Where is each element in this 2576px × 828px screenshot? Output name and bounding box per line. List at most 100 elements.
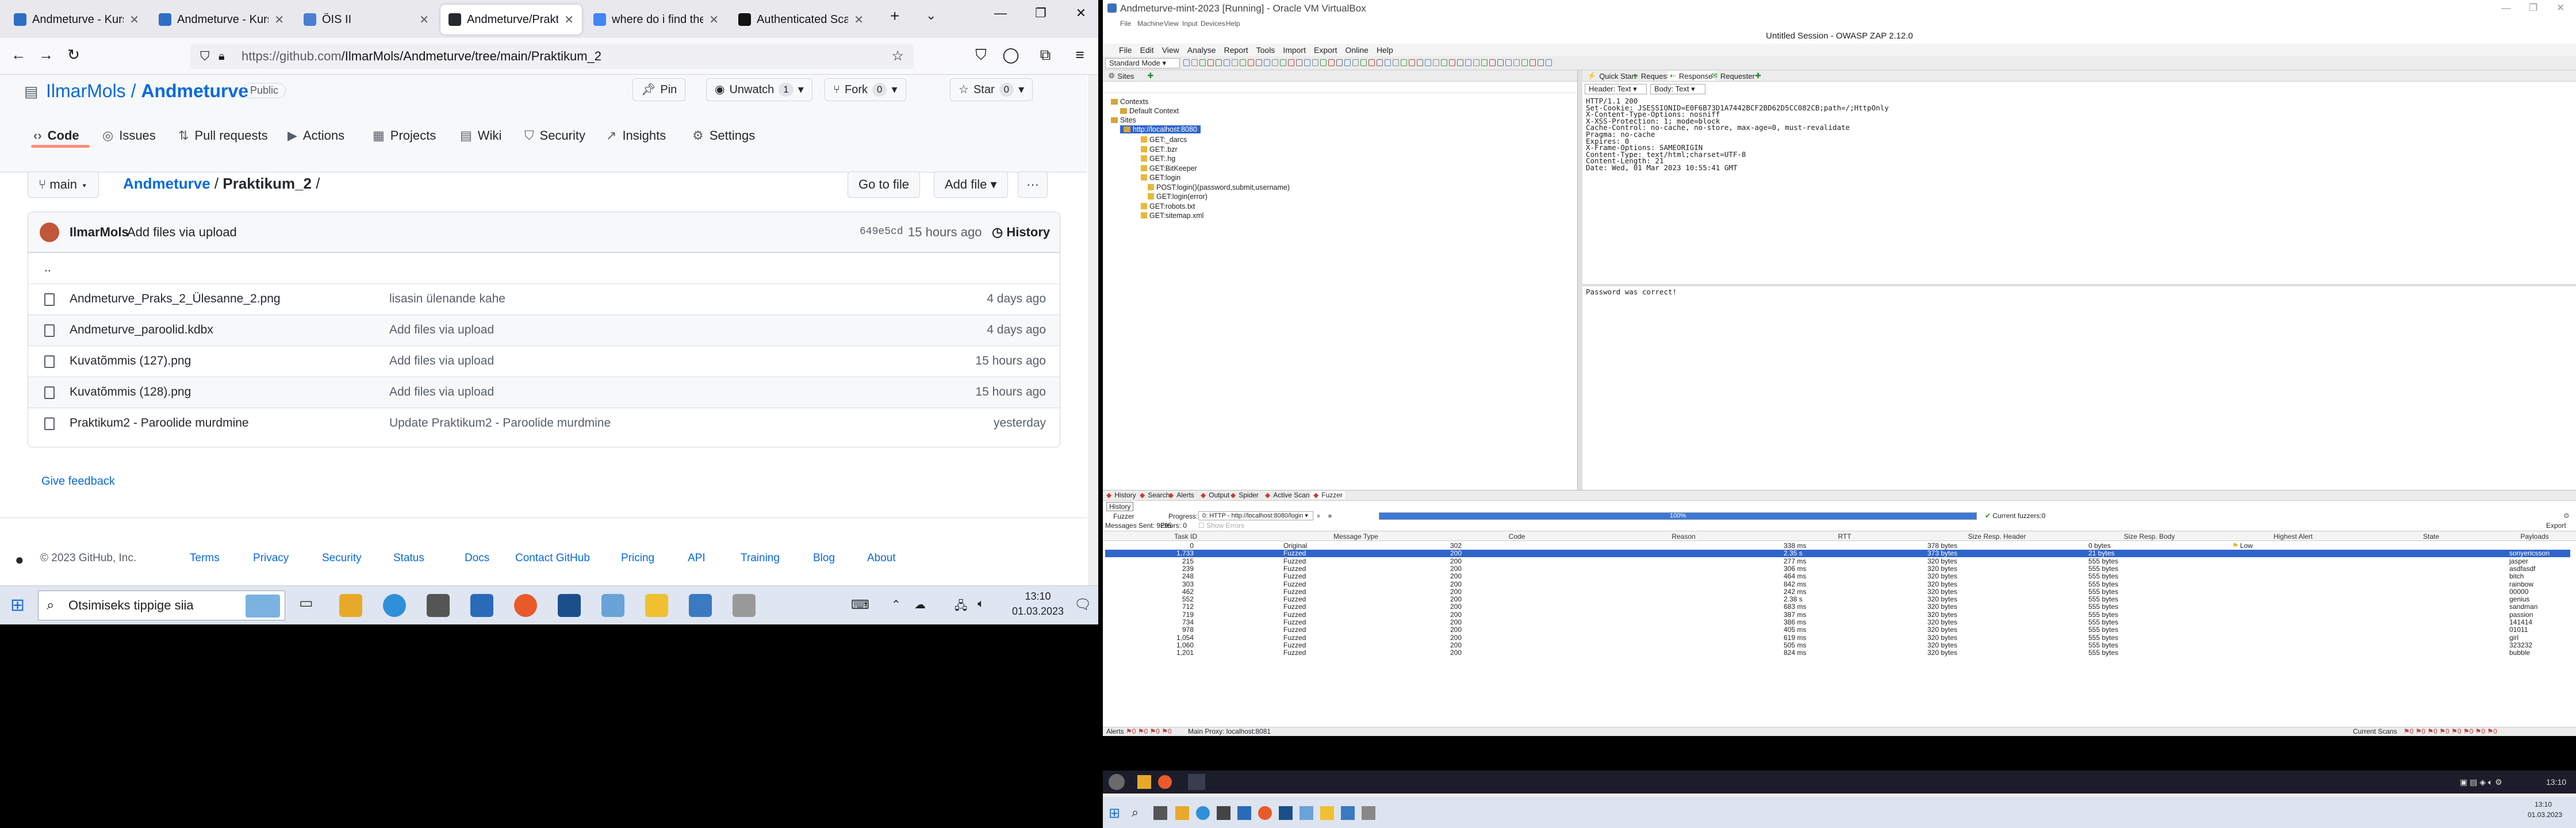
vm-menu-view[interactable]: View	[1164, 20, 1179, 28]
toolbar-button-icon[interactable]	[1264, 59, 1270, 66]
toolbar-button-icon[interactable]	[1352, 59, 1359, 66]
tab-settings[interactable]: ⚙ Settings	[692, 121, 755, 151]
toolbar-button-icon[interactable]	[1433, 59, 1439, 66]
toolbar-button-icon[interactable]	[1360, 59, 1367, 66]
restore-icon[interactable]: ❐	[1029, 6, 1052, 21]
footer-link-about[interactable]: About	[867, 552, 896, 565]
column-header[interactable]: RTT	[1776, 531, 1914, 542]
result-row[interactable]: 978 Fuzzed 200 405 ms 320 bytes 555 bytes 0101…	[1105, 626, 2570, 634]
vm-clock-date[interactable]: 01.03.2023	[2528, 811, 2562, 819]
file-commit-message[interactable]: Add files via upload	[389, 323, 494, 337]
result-row[interactable]: 1,054 Fuzzed 200 619 ms 320 bytes 555 bytes gi…	[1105, 634, 2570, 642]
vm-start-icon[interactable]: ⊞	[1109, 805, 1120, 822]
result-row[interactable]: 712 Fuzzed 200 683 ms 320 bytes 555 bytes sand…	[1105, 603, 2570, 611]
file-commit-message[interactable]: Add files via upload	[389, 385, 494, 399]
file-name[interactable]: Andmeturve_Praks_2_Ülesanne_2.png	[70, 292, 281, 306]
file-explorer-icon[interactable]	[339, 594, 362, 617]
zap-menu-analyse[interactable]: Analyse	[1187, 45, 1216, 55]
fuzzer-target-select[interactable]: 0: HTTP - http://localhost:8080/login ▾	[1198, 511, 1313, 520]
toolbar-button-icon[interactable]	[1417, 59, 1423, 66]
volume-icon[interactable]: 🔈︎	[977, 597, 984, 611]
column-header[interactable]: State	[2368, 531, 2494, 542]
file-row[interactable]: Praktikum2 - Paroolide murdmine Update Pr…	[28, 408, 1060, 439]
tree-host[interactable]: http://localhost:8080	[1120, 125, 1201, 133]
toolbar-button-icon[interactable]	[1232, 59, 1238, 66]
footer-link-blog[interactable]: Blog	[813, 552, 835, 565]
toolbar-button-icon[interactable]	[1280, 59, 1286, 66]
response-body-text[interactable]: Password was correct!	[1586, 288, 1677, 296]
toolbar-button-icon[interactable]	[1457, 59, 1463, 66]
result-row[interactable]: 719 Fuzzed 200 387 ms 320 bytes 555 bytes pass…	[1105, 611, 2570, 619]
column-header[interactable]: Payloads	[2501, 531, 2568, 542]
tree-node[interactable]: GET:login(error)	[1148, 193, 1208, 201]
zap-menu-import[interactable]: Import	[1283, 45, 1306, 55]
show-errors-checkbox[interactable]: ☐ Show Errors	[1198, 522, 1244, 530]
page-scrollbar[interactable]	[1088, 75, 1098, 585]
result-row[interactable]: 552 Fuzzed 200 2.38 s 320 bytes 555 bytes geni…	[1105, 596, 2570, 603]
file-commit-message[interactable]: Update Praktikum2 - Paroolide murdmine	[389, 416, 611, 430]
toolbar-button-icon[interactable]	[1191, 59, 1198, 66]
folder-icon[interactable]	[645, 594, 668, 617]
tree-node[interactable]: GET:BitKeeper	[1141, 164, 1197, 172]
toolbar-button-icon[interactable]	[1505, 59, 1512, 66]
vm-menu-file[interactable]: File	[1120, 20, 1131, 28]
tree-node[interactable]: GET:sitemap.xml	[1141, 212, 1203, 220]
zap-menu-edit[interactable]: Edit	[1140, 45, 1154, 55]
result-row[interactable]: 1,733 Fuzzed 200 2.35 s 373 bytes 21 bytes son…	[1105, 550, 2570, 558]
footer-link-privacy[interactable]: Privacy	[253, 552, 289, 565]
vm-clock-time[interactable]: 13:10	[2535, 800, 2552, 808]
vm-close-icon[interactable]: ✕	[2556, 2, 2564, 14]
start-icon[interactable]: ⊞	[10, 595, 25, 615]
parent-dir-link[interactable]: ..	[44, 261, 51, 275]
browser-tab-4[interactable]: where do i find the ca ✕	[585, 5, 727, 34]
file-row[interactable]: Andmeturve_Praks_2_Ülesanne_2.png lisasin…	[28, 283, 1060, 315]
result-row[interactable]: 0 Original 302 338 ms 378 bytes 0 bytes ⚑ Low	[1105, 542, 2570, 550]
commit-author[interactable]: IlmarMols	[70, 225, 129, 240]
tab-alerts[interactable]: ◆ Alerts	[1168, 491, 1194, 499]
column-header[interactable]: Message Type	[1275, 531, 1436, 542]
give-feedback-link[interactable]: Give feedback	[41, 475, 115, 488]
menu-icon[interactable]: ≡	[1070, 46, 1090, 64]
app2-icon[interactable]	[733, 594, 756, 617]
tree-node[interactable]: POST:login()(password,submit,username)	[1148, 183, 1290, 191]
files-icon[interactable]	[1137, 775, 1151, 789]
owner-link[interactable]: IlmarMols	[46, 80, 126, 101]
tab-requester[interactable]: ✉ Requester	[1711, 71, 1755, 80]
footer-link-training[interactable]: Training	[741, 552, 780, 565]
star-button[interactable]: ☆ Star 0 ▾	[950, 78, 1033, 101]
parent-dir-row[interactable]: ..	[28, 252, 1060, 283]
toolbar-button-icon[interactable]	[1465, 59, 1471, 66]
header-view-select[interactable]: Header: Text ▾	[1585, 84, 1647, 94]
tab-sites[interactable]: 🌐︎ Sites ✚	[1109, 71, 1153, 80]
file-name[interactable]: Praktikum2 - Paroolide murdmine	[70, 416, 249, 430]
firefox-icon[interactable]	[514, 594, 537, 617]
toolbar-button-icon[interactable]	[1489, 59, 1496, 66]
toolbar-button-icon[interactable]	[1441, 59, 1447, 66]
result-row[interactable]: 1,060 Fuzzed 200 505 ms 320 bytes 555 bytes 32…	[1105, 641, 2570, 649]
tab-output[interactable]: ◆ Output	[1201, 491, 1229, 499]
vm-terminal-icon[interactable]	[1279, 806, 1293, 820]
vm-menu-help[interactable]: Help	[1226, 20, 1240, 28]
file-name[interactable]: Kuvatõmmis (127).png	[70, 354, 191, 368]
tab-list-icon[interactable]: ⌄	[926, 8, 936, 23]
vm-search-icon[interactable]: ⌕	[1132, 805, 1138, 820]
vm-minimize-icon[interactable]: —	[2501, 2, 2511, 14]
vm-store-icon[interactable]	[1217, 806, 1230, 820]
vertical-splitter[interactable]	[1578, 70, 1582, 490]
browser-tab-3[interactable]: Andmeturve/Praktikum_2 ✕	[440, 5, 582, 34]
toolbar-button-icon[interactable]	[1312, 59, 1318, 66]
tab-fuzzer[interactable]: ◆ Fuzzer	[1311, 491, 1345, 499]
column-header[interactable]: Highest Alert	[2224, 531, 2362, 542]
tab-search[interactable]: ◆ Search	[1140, 491, 1170, 499]
browser-tab-2[interactable]: ÕIS II ✕	[296, 5, 437, 34]
vm-explorer-icon[interactable]	[1175, 806, 1189, 820]
toolbar-button-icon[interactable]	[1288, 59, 1294, 66]
toolbar-button-icon[interactable]	[1385, 59, 1391, 66]
tree-contexts[interactable]: Contexts	[1111, 98, 1148, 106]
tree-sites[interactable]: Sites	[1111, 116, 1136, 124]
tray-icons[interactable]: ▣ ▤ ◈ 🔈︎ ⚙	[2460, 777, 2502, 787]
avatar[interactable]	[40, 223, 59, 242]
account-icon[interactable]: ◯	[1000, 46, 1021, 64]
vm-edge-icon[interactable]	[1196, 806, 1210, 820]
vm-menu-input[interactable]: Input	[1182, 20, 1198, 28]
